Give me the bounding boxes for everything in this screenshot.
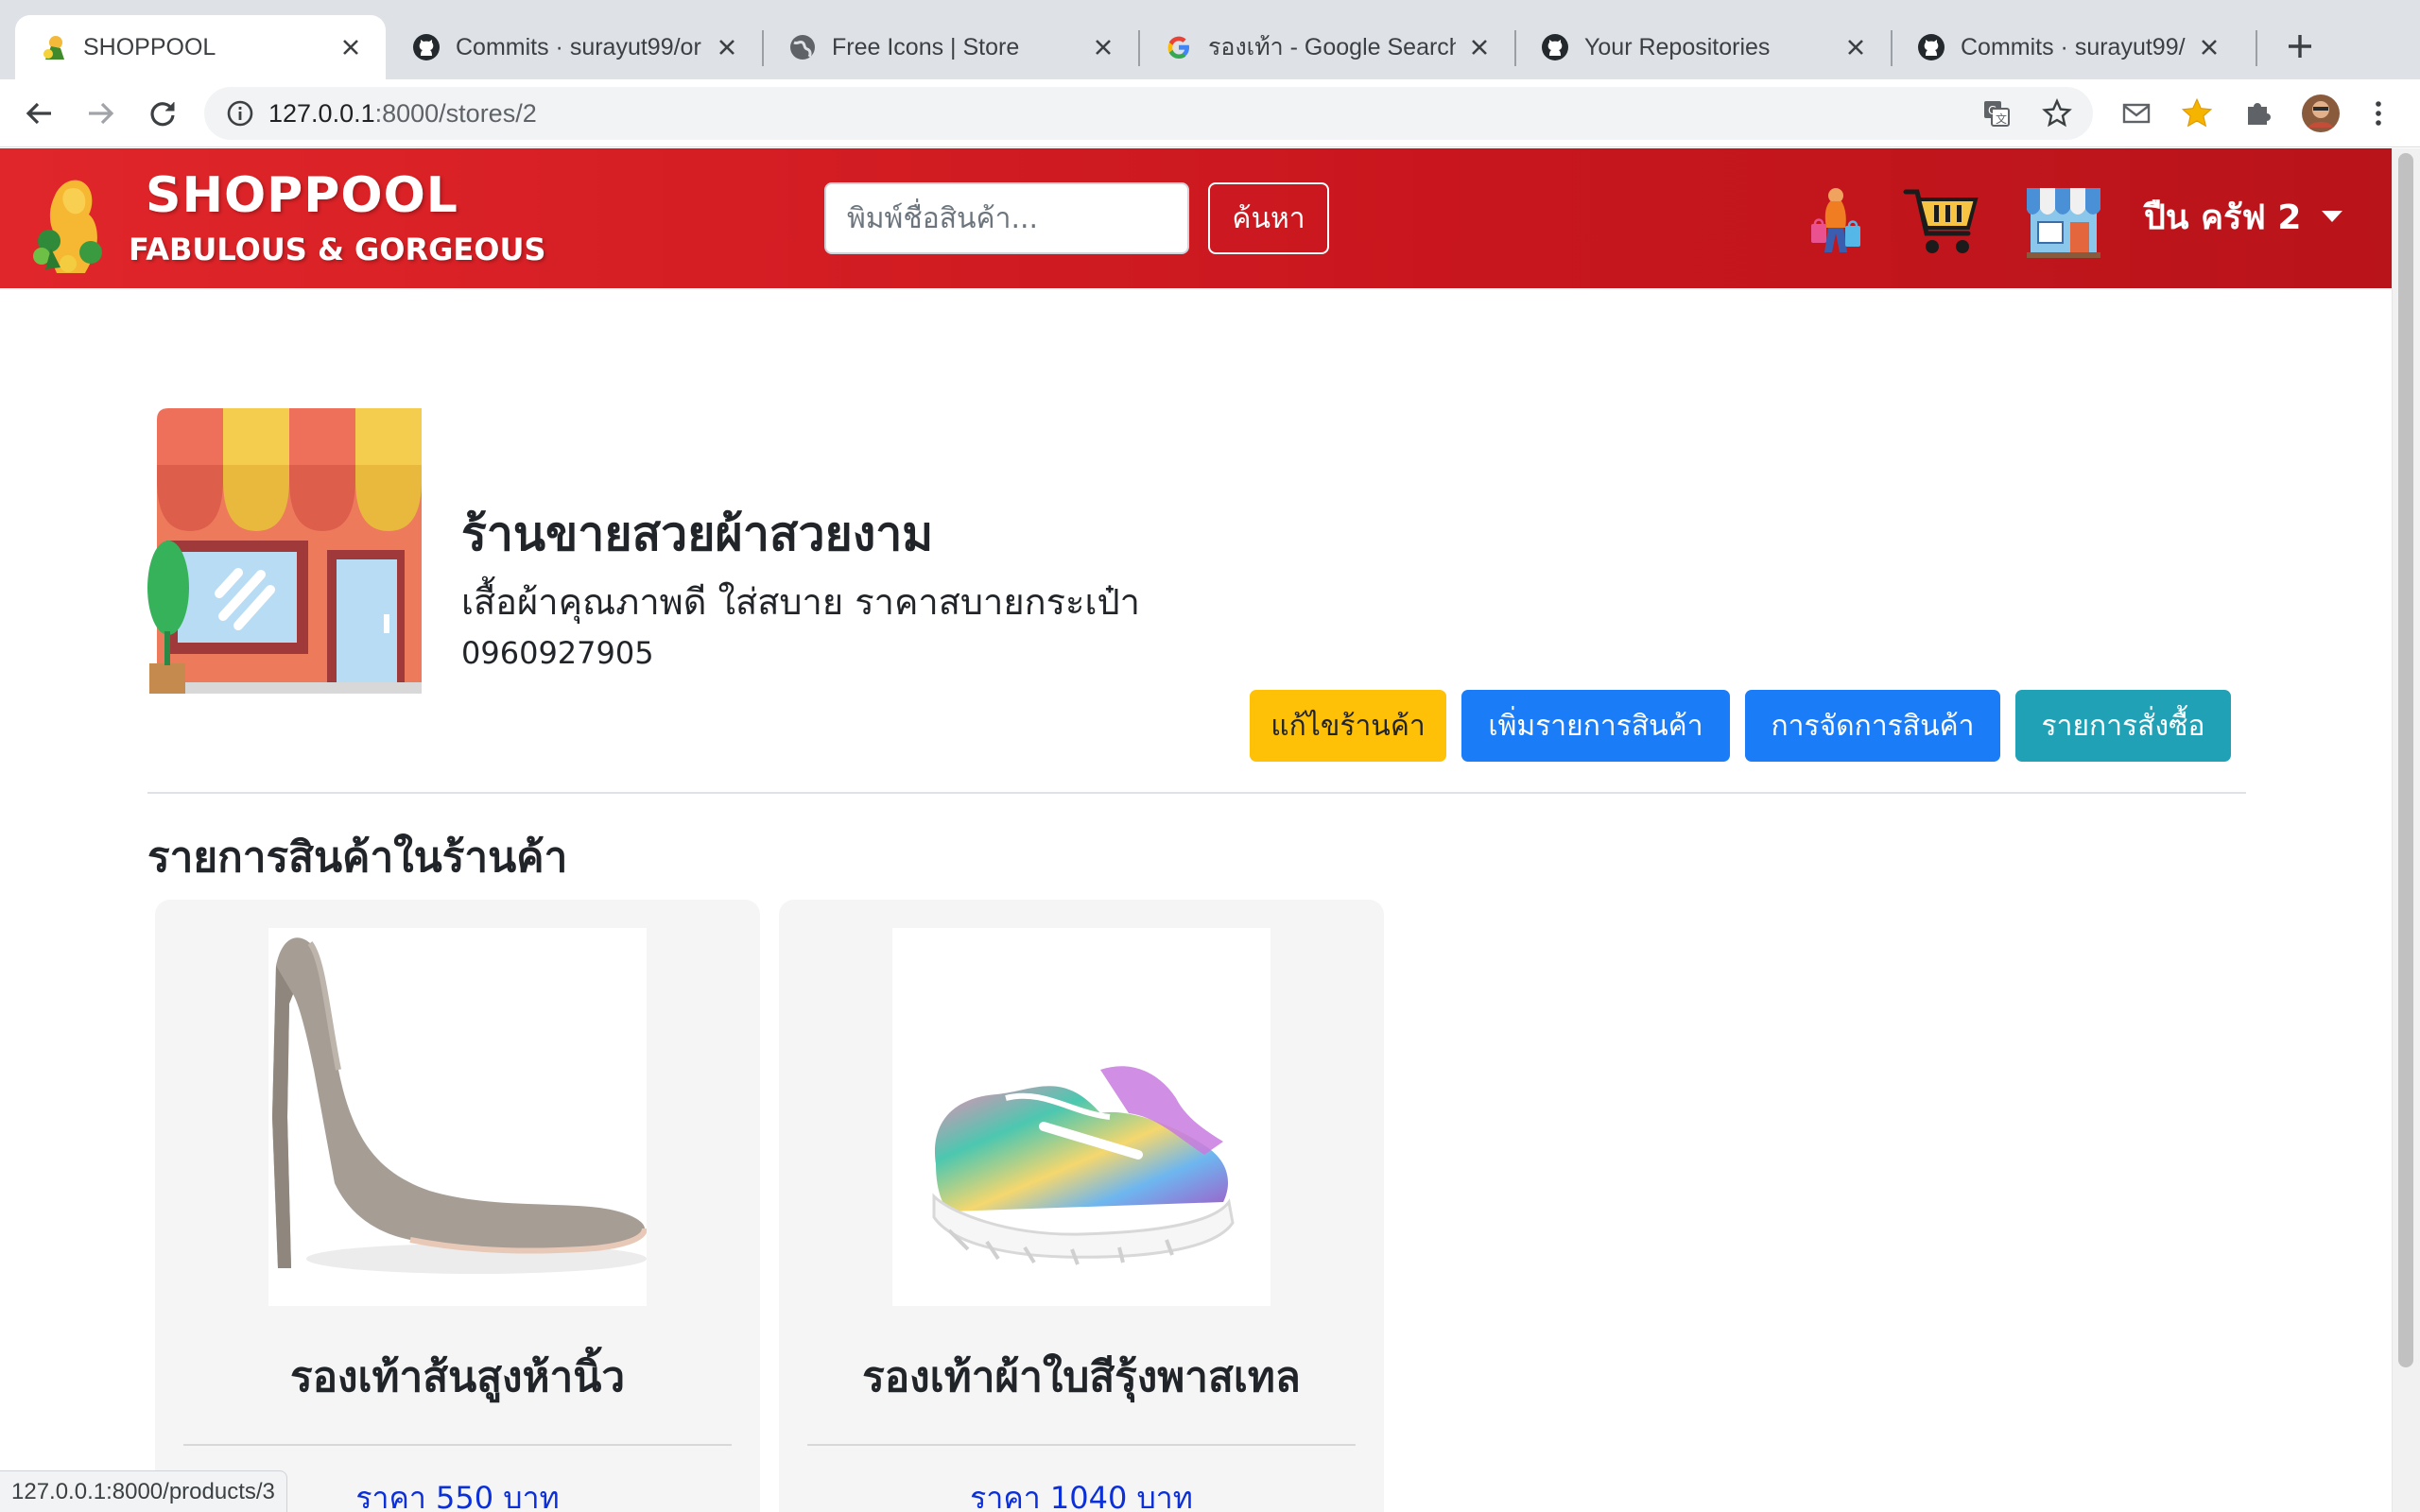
url-host: 127.0.0.1	[268, 99, 375, 128]
store-name: ร้านขายสวยผ้าสวยงาม	[461, 507, 934, 561]
edit-store-button[interactable]: แก้ไขร้านค้า	[1250, 690, 1446, 762]
close-icon[interactable]	[1841, 33, 1870, 61]
products-section-title: รายการสินค้าในร้านค้า	[147, 833, 568, 882]
url-path: :8000/stores/2	[374, 99, 537, 128]
product-card[interactable]: รองเท้าส้นสูงห้านิ้ว ราคา 550 บาท	[155, 900, 760, 1512]
close-icon[interactable]	[2195, 33, 2223, 61]
tab-google-search[interactable]: รองเท้า - Google Search	[1140, 15, 1514, 79]
site-info-icon[interactable]	[225, 98, 255, 129]
extensions-puzzle-icon[interactable]	[2240, 96, 2274, 130]
tab-title: รองเท้า - Google Search	[1208, 34, 1456, 60]
manage-products-button[interactable]: การจัดการสินค้า	[1745, 690, 2000, 762]
link-status-bar: 127.0.0.1:8000/products/3	[0, 1470, 287, 1512]
store-description: เสื้อผ้าคุณภาพดี ใส่สบาย ราคาสบายกระเป๋า	[461, 581, 1140, 623]
close-icon[interactable]	[337, 33, 365, 61]
close-icon[interactable]	[713, 33, 741, 61]
page-scrollbar-thumb[interactable]	[2398, 153, 2413, 1367]
user-name: ปืน ครัฟ 2	[2144, 198, 2302, 237]
shoppool-favicon	[38, 31, 70, 63]
url-text: 127.0.0.1:8000/stores/2	[268, 87, 537, 140]
tab-your-repositories[interactable]: Your Repositories	[1516, 15, 1891, 79]
add-product-button[interactable]: เพิ่มรายการสินค้า	[1461, 690, 1730, 762]
chrome-menu-icon[interactable]	[2361, 96, 2395, 130]
address-bar[interactable]: 127.0.0.1:8000/stores/2 G文	[204, 87, 2093, 140]
user-dropdown[interactable]: ปืน ครัฟ 2	[2144, 186, 2343, 247]
svg-text:文: 文	[1996, 112, 2007, 126]
shoppool-logo-icon[interactable]	[28, 162, 113, 273]
github-icon	[410, 31, 442, 63]
new-tab-plus-icon[interactable]	[2278, 25, 2322, 68]
globe-icon	[786, 31, 819, 63]
product-search-input[interactable]	[824, 182, 1189, 254]
dropdown-caret-icon	[2322, 211, 2343, 222]
my-store-icon[interactable]	[2023, 180, 2104, 260]
product-card[interactable]: รองเท้าผ้าใบสีรุ้งพาสเทล ราคา 1040 บาท	[779, 900, 1384, 1512]
shopping-cart-icon[interactable]	[1902, 186, 1981, 258]
close-icon[interactable]	[1089, 33, 1117, 61]
forward-arrow-icon[interactable]	[79, 93, 121, 134]
back-arrow-icon[interactable]	[19, 93, 60, 134]
product-name[interactable]: รองเท้าส้นสูงห้านิ้ว	[155, 1344, 760, 1410]
orders-button[interactable]: รายการสั่งซื้อ	[2015, 690, 2231, 762]
product-name[interactable]: รองเท้าผ้าใบสีรุ้งพาสเทล	[779, 1344, 1384, 1410]
brand-name[interactable]: SHOPPOOL	[146, 167, 458, 224]
github-icon	[1915, 31, 1947, 63]
search-button[interactable]: ค้นหา	[1208, 182, 1329, 254]
close-icon[interactable]	[1465, 33, 1494, 61]
mail-extension-icon[interactable]	[2119, 96, 2153, 130]
star-extension-icon[interactable]	[2180, 96, 2214, 130]
tab-separator	[2256, 30, 2257, 66]
card-divider	[807, 1444, 1356, 1446]
shopper-icon[interactable]	[1802, 186, 1868, 262]
browser-tab-strip: SHOPPOOL Commits · surayut99/or Free Ico…	[0, 0, 2420, 79]
translate-icon[interactable]: G文	[1981, 98, 2012, 129]
tab-title: Commits · surayut99/or	[1961, 33, 2186, 60]
profile-avatar[interactable]	[2301, 94, 2341, 133]
section-divider	[147, 792, 2246, 794]
store-image	[147, 408, 431, 694]
bookmark-star-icon[interactable]	[2042, 98, 2072, 129]
github-icon	[1539, 31, 1571, 63]
browser-toolbar: 127.0.0.1:8000/stores/2 G文	[0, 79, 2420, 147]
reload-icon[interactable]	[142, 93, 183, 134]
product-image-heels[interactable]	[268, 928, 648, 1306]
tab-commits-1[interactable]: Commits · surayut99/or	[388, 15, 762, 79]
product-price: ราคา 1040 บาท	[970, 1480, 1193, 1512]
tab-title: Commits · surayut99/or	[456, 33, 701, 60]
tab-commits-2[interactable]: Commits · surayut99/or	[1893, 15, 2244, 79]
card-divider	[183, 1444, 732, 1446]
store-phone: 0960927905	[461, 635, 654, 671]
site-header: SHOPPOOL FABULOUS & GORGEOUS ค้นหา	[0, 148, 2392, 288]
google-icon	[1163, 31, 1195, 63]
tab-shoppool[interactable]: SHOPPOOL	[15, 15, 386, 79]
tab-title: Your Repositories	[1584, 33, 1771, 60]
tab-free-icons[interactable]: Free Icons | Store	[764, 15, 1138, 79]
product-image-sneakers[interactable]	[892, 928, 1270, 1306]
brand-tagline: FABULOUS & GORGEOUS	[129, 232, 546, 267]
tab-title: Free Icons | Store	[832, 33, 1020, 60]
tab-title: SHOPPOOL	[83, 33, 216, 60]
